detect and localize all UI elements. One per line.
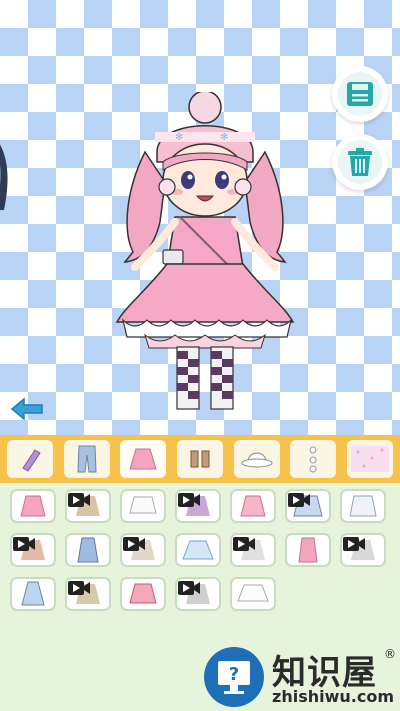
pink-long-skirt-icon — [298, 537, 318, 563]
hair-clip-icon — [309, 446, 317, 473]
pink-pattern-skirt-icon — [129, 583, 157, 604]
category-pants[interactable] — [63, 440, 110, 478]
video-ad-icon — [233, 537, 255, 551]
accessory-bottle-icon — [22, 449, 41, 472]
item-grid — [10, 489, 390, 613]
white-tutu-skirt-icon — [237, 584, 269, 602]
save-icon — [347, 82, 373, 106]
watermark-registered: ® — [384, 647, 396, 661]
item-blue-dress[interactable] — [10, 577, 56, 611]
category-hat[interactable] — [233, 440, 280, 478]
svg-text:✻: ✻ — [220, 132, 228, 143]
blue-dress-icon — [21, 581, 45, 606]
side-decoration — [0, 144, 8, 210]
video-ad-icon — [288, 493, 310, 507]
category-bar — [0, 435, 400, 483]
item-blue-tutu-skirt[interactable] — [175, 533, 221, 567]
item-video-locked[interactable] — [10, 533, 56, 567]
item-video-locked[interactable] — [230, 533, 276, 567]
item-video-locked[interactable] — [65, 577, 111, 611]
item-video-locked[interactable] — [285, 489, 331, 523]
item-denim-overall[interactable] — [65, 533, 111, 567]
item-white-skirt[interactable] — [120, 489, 166, 523]
white-skirt-icon — [129, 496, 157, 514]
doll-character[interactable]: ✻ ✻ — [105, 92, 305, 422]
category-background[interactable] — [346, 440, 393, 478]
blue-tutu-skirt-icon — [182, 540, 214, 560]
skirt-icon — [129, 448, 158, 470]
category-hair-clip[interactable] — [290, 440, 337, 478]
hat-icon — [241, 452, 273, 468]
item-video-locked[interactable] — [175, 489, 221, 523]
item-video-locked[interactable] — [65, 489, 111, 523]
pants-icon — [77, 445, 97, 473]
item-video-locked[interactable] — [175, 577, 221, 611]
category-skirt[interactable] — [120, 440, 167, 478]
item-pink-long-skirt[interactable] — [285, 533, 331, 567]
watermark-logo: ? 知识屋 ® zhishiwu.com — [200, 643, 400, 711]
video-ad-icon — [13, 537, 35, 551]
video-ad-icon — [178, 493, 200, 507]
white-frill-skirt-icon — [349, 495, 377, 517]
item-pink-pattern-skirt[interactable] — [120, 577, 166, 611]
delete-button[interactable] — [332, 134, 388, 190]
category-shoes[interactable] — [176, 440, 223, 478]
help-monitor-icon: ? — [204, 647, 264, 707]
category-accessory[interactable] — [7, 440, 54, 478]
item-white-frill-skirt[interactable] — [340, 489, 386, 523]
back-arrow-button[interactable] — [10, 395, 46, 423]
item-pink-floral-skirt[interactable] — [230, 489, 276, 523]
pink-skirt-icon — [20, 495, 46, 517]
item-white-tutu-skirt[interactable] — [230, 577, 276, 611]
background-icon — [350, 446, 389, 472]
item-video-locked[interactable] — [340, 533, 386, 567]
save-button[interactable] — [332, 66, 388, 122]
item-video-locked[interactable] — [120, 533, 166, 567]
denim-overall-icon — [77, 537, 99, 563]
svg-text:?: ? — [229, 664, 239, 685]
video-ad-icon — [123, 537, 145, 551]
svg-text:✻: ✻ — [175, 132, 183, 143]
video-ad-icon — [68, 581, 90, 595]
trash-icon — [348, 148, 372, 176]
watermark-url: zhishiwu.com — [272, 687, 394, 706]
video-ad-icon — [178, 581, 200, 595]
video-ad-icon — [343, 537, 365, 551]
dressup-stage: ✻ ✻ — [0, 0, 400, 435]
item-pink-skirt[interactable] — [10, 489, 56, 523]
shoes-icon — [190, 450, 210, 468]
pink-floral-skirt-icon — [240, 495, 266, 517]
video-ad-icon — [68, 493, 90, 507]
